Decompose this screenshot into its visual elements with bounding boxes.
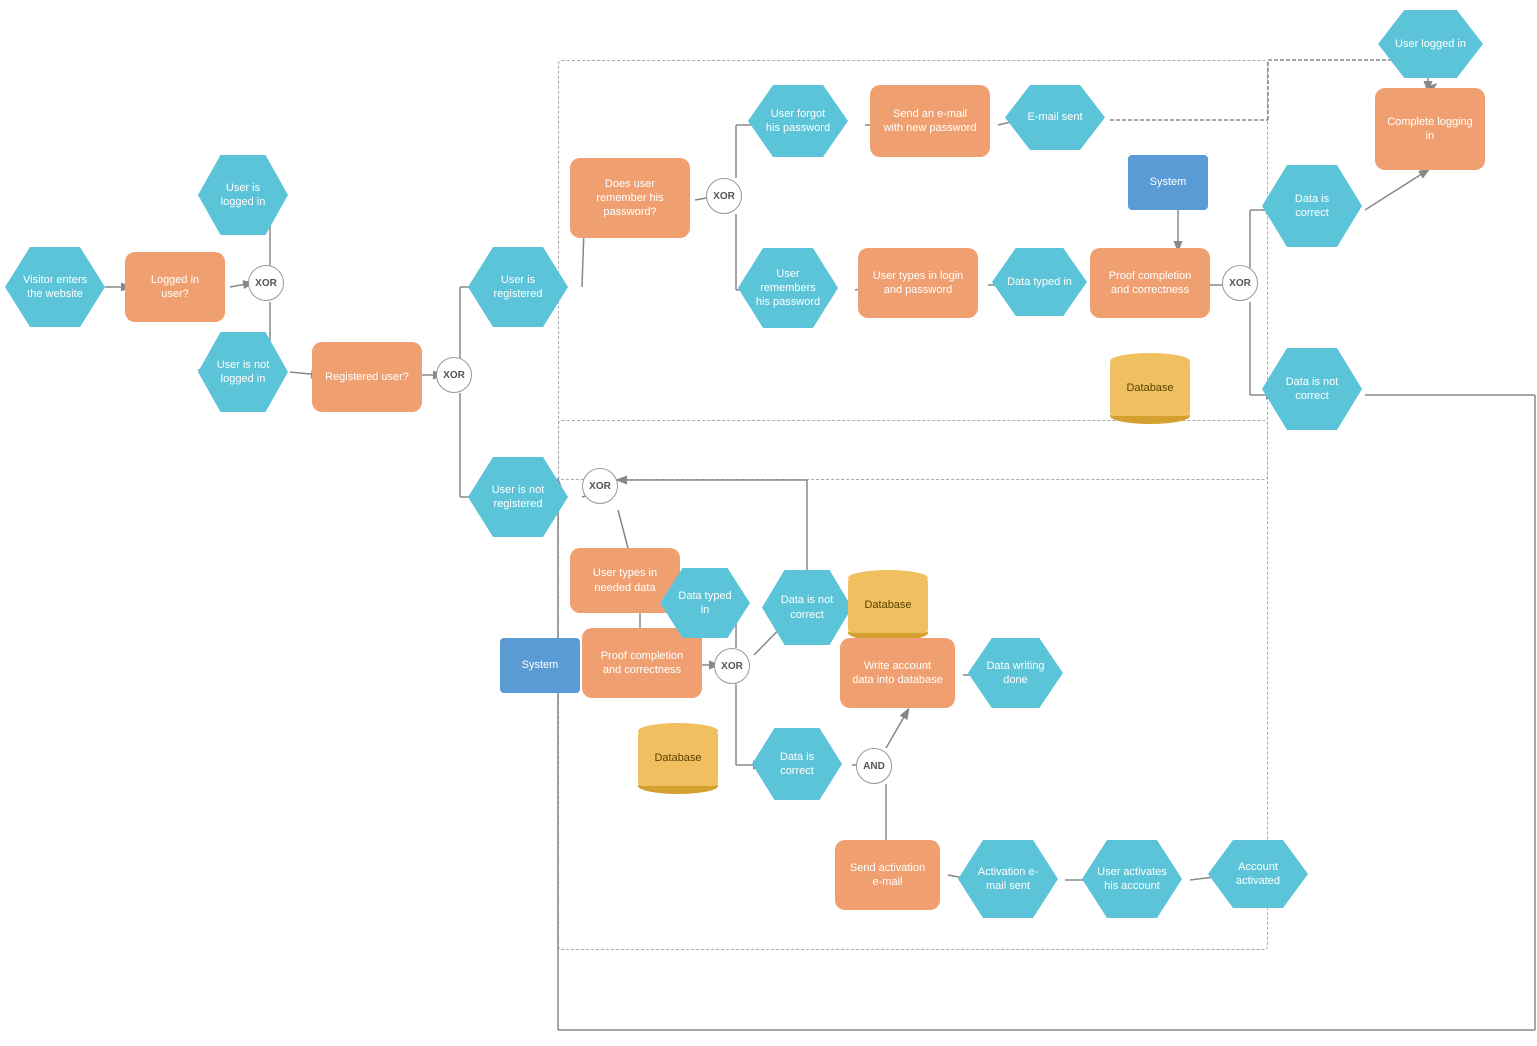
data-correct-upper-node: Data is correct xyxy=(1262,165,1362,247)
and1-gate: AND xyxy=(856,748,892,784)
db-upper-right-node: Database xyxy=(848,565,928,645)
xor4-gate: XOR xyxy=(714,648,750,684)
xor6-gate: XOR xyxy=(1222,265,1258,301)
system-lower-node: System xyxy=(500,638,580,693)
diagram-canvas: Visitor enters the website Logged in use… xyxy=(0,0,1537,1046)
xor5-gate: XOR xyxy=(706,178,742,214)
send-activation-node: Send activation e-mail xyxy=(835,840,940,910)
db-proof-node: Database xyxy=(1110,348,1190,428)
does-user-remember-node: Does user remember his password? xyxy=(570,158,690,238)
user-logged-in-node: User is logged in xyxy=(198,155,288,235)
user-not-registered-node: User is not registered xyxy=(468,457,568,537)
visitor-enters-node: Visitor enters the website xyxy=(5,247,105,327)
user-types-login-node: User types in login and password xyxy=(858,248,978,318)
xor3-gate: XOR xyxy=(582,468,618,504)
data-not-correct-upper-node: Data is not correct xyxy=(1262,348,1362,430)
proof1-node: Proof completion and correctness xyxy=(582,628,702,698)
user-registered-node: User is registered xyxy=(468,247,568,327)
db-lower-node: Database xyxy=(638,718,718,798)
write-account-node: Write account data into database xyxy=(840,638,955,708)
logged-in-user-node: Logged in user? xyxy=(125,252,225,322)
xor2-gate: XOR xyxy=(436,357,472,393)
proof2-node: Proof completion and correctness xyxy=(1090,248,1210,318)
xor1-gate: XOR xyxy=(248,265,284,301)
send-email-new-node: Send an e-mail with new password xyxy=(870,85,990,157)
user-logged-in-node: User logged in xyxy=(1378,10,1483,78)
registered-user-node: Registered user? xyxy=(312,342,422,412)
system-upper-node: System xyxy=(1128,155,1208,210)
complete-logging-node: Complete logging in xyxy=(1375,88,1485,170)
user-not-logged-node: User is not logged in xyxy=(198,332,288,412)
